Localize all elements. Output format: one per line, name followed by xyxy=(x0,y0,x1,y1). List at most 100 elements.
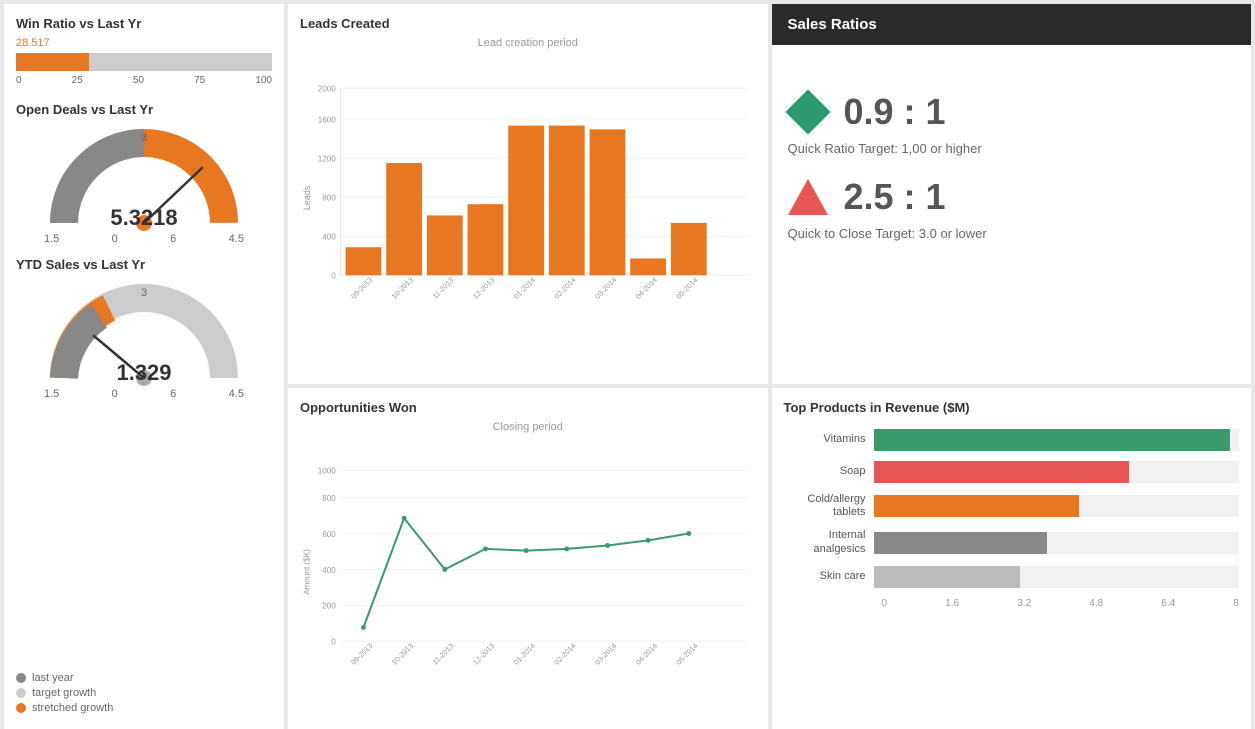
legend-item-target: target growth xyxy=(16,687,272,699)
svg-text:600: 600 xyxy=(322,530,336,539)
product-row-cold: Cold/allergytablets xyxy=(784,493,1240,519)
open-deals-label-left: 1.5 xyxy=(44,233,59,245)
product-track-soap xyxy=(874,461,1240,483)
svg-text:1600: 1600 xyxy=(318,115,337,124)
product-track-cold xyxy=(874,495,1240,517)
win-ratio-ticks: 0 25 50 75 100 xyxy=(16,75,272,86)
leads-created-subtitle: Lead creation period xyxy=(300,37,756,49)
close-ratio-row: 2.5 : 1 Quick to Close Target: 3.0 or lo… xyxy=(788,176,1236,241)
open-deals-gauge: 3 5.3218 xyxy=(44,123,244,233)
ytd-sales-label-right: 4.5 xyxy=(229,388,244,400)
quick-ratio-row: 0.9 : 1 Quick Ratio Target: 1,00 or high… xyxy=(788,91,1236,156)
legend-dot-last-year xyxy=(16,673,26,683)
product-fill-internal xyxy=(874,532,1048,554)
opp-won-title: Opportunities Won xyxy=(300,400,756,415)
svg-text:2000: 2000 xyxy=(318,84,337,93)
win-ratio-title: Win Ratio vs Last Yr xyxy=(16,16,272,31)
sales-ratios-body: 0.9 : 1 Quick Ratio Target: 1,00 or high… xyxy=(772,45,1252,277)
left-column: Win Ratio vs Last Yr 28.517 0 25 50 75 1… xyxy=(4,4,284,729)
leads-created-title: Leads Created xyxy=(300,16,756,31)
svg-text:0: 0 xyxy=(331,272,336,281)
svg-text:400: 400 xyxy=(322,232,336,241)
product-fill-cold xyxy=(874,495,1080,517)
svg-text:01-2014: 01-2014 xyxy=(512,275,537,300)
sales-ratios-panel: Sales Ratios 0.9 : 1 Quick Ratio Target:… xyxy=(772,4,1252,384)
svg-text:03-2014: 03-2014 xyxy=(593,275,618,300)
diamond-icon xyxy=(785,89,830,134)
product-label-skincare: Skin care xyxy=(784,570,874,583)
svg-text:05-2014: 05-2014 xyxy=(674,275,699,300)
ytd-sales-title: YTD Sales vs Last Yr xyxy=(16,257,272,272)
close-ratio-value: 2.5 : 1 xyxy=(844,176,946,218)
svg-text:10-2013: 10-2013 xyxy=(390,275,415,300)
dashboard: Win Ratio vs Last Yr 28.517 0 25 50 75 1… xyxy=(0,0,1255,721)
open-deals-section: Open Deals vs Last Yr 3 xyxy=(16,102,272,245)
win-ratio-value: 28.517 xyxy=(16,37,272,49)
svg-text:12-2013: 12-2013 xyxy=(471,275,496,300)
svg-text:01-2014: 01-2014 xyxy=(512,641,537,666)
ytd-sales-value: 1.329 xyxy=(116,360,171,386)
svg-text:200: 200 xyxy=(322,602,336,611)
svg-text:800: 800 xyxy=(322,494,336,503)
open-deals-labels: 1.5 0 6 4.5 xyxy=(44,233,244,245)
sales-ratios-title: Sales Ratios xyxy=(788,16,877,33)
sales-ratios-header: Sales Ratios xyxy=(772,4,1252,45)
open-deals-label-min: 0 xyxy=(112,233,118,245)
win-ratio-section: Win Ratio vs Last Yr 28.517 0 25 50 75 1… xyxy=(16,16,272,86)
svg-text:400: 400 xyxy=(322,566,336,575)
open-deals-label-max: 6 xyxy=(170,233,176,245)
svg-text:03-2014: 03-2014 xyxy=(593,641,618,666)
legend-dot-target xyxy=(16,688,26,698)
open-deals-value: 5.3218 xyxy=(110,205,177,231)
product-row-vitamins: Vitamins xyxy=(784,429,1240,451)
top-products-chart: Vitamins Soap Cold/allergytablets xyxy=(784,421,1240,609)
product-row-internal: Internalanalgesics xyxy=(784,529,1240,555)
product-fill-vitamins xyxy=(874,429,1230,451)
product-label-cold: Cold/allergytablets xyxy=(784,493,874,519)
close-ratio-desc: Quick to Close Target: 3.0 or lower xyxy=(788,226,1236,241)
svg-text:Amount ($K): Amount ($K) xyxy=(303,549,312,595)
opp-won-subtitle: Closing period xyxy=(300,421,756,433)
svg-text:02-2014: 02-2014 xyxy=(552,641,577,666)
win-ratio-bar-fill xyxy=(16,53,89,71)
product-label-soap: Soap xyxy=(784,465,874,478)
ytd-sales-label-left: 1.5 xyxy=(44,388,59,400)
ytd-sales-label-min: 0 xyxy=(112,388,118,400)
svg-text:02-2014: 02-2014 xyxy=(552,275,577,300)
ytd-sales-gauge: 3 1.329 xyxy=(44,278,244,388)
close-ratio-icon xyxy=(788,177,828,217)
quick-ratio-icon xyxy=(788,92,828,132)
open-deals-label-right: 4.5 xyxy=(229,233,244,245)
quick-ratio-value: 0.9 : 1 xyxy=(844,91,946,133)
product-row-skincare: Skin care xyxy=(784,566,1240,588)
ytd-sales-label-max: 6 xyxy=(170,388,176,400)
product-track-skincare xyxy=(874,566,1240,588)
svg-text:3: 3 xyxy=(141,132,147,144)
legend-item-last-year: last year xyxy=(16,672,272,684)
leads-created-panel: Leads Created Lead creation period Leads… xyxy=(288,4,768,384)
legend-label-last-year: last year xyxy=(32,672,74,684)
win-ratio-bar xyxy=(16,53,272,71)
legend-label-target: target growth xyxy=(32,687,96,699)
product-track-internal xyxy=(874,532,1240,554)
open-deals-title: Open Deals vs Last Yr xyxy=(16,102,272,117)
svg-text:1200: 1200 xyxy=(318,154,337,163)
legend: last year target growth stretched growth xyxy=(16,664,272,717)
quick-ratio-desc: Quick Ratio Target: 1,00 or higher xyxy=(788,141,1236,156)
svg-text:0: 0 xyxy=(331,637,336,646)
ytd-sales-labels: 1.5 0 6 4.5 xyxy=(44,388,244,400)
svg-text:09-2013: 09-2013 xyxy=(349,275,374,300)
triangle-icon xyxy=(788,179,828,215)
svg-text:05-2014: 05-2014 xyxy=(674,641,699,666)
svg-text:800: 800 xyxy=(322,193,336,202)
product-fill-skincare xyxy=(874,566,1020,588)
legend-label-stretched: stretched growth xyxy=(32,702,113,714)
opportunities-won-panel: Opportunities Won Closing period Amount … xyxy=(288,388,768,729)
top-products-title: Top Products in Revenue ($M) xyxy=(784,400,1240,415)
top-products-panel: Top Products in Revenue ($M) Vitamins So… xyxy=(772,388,1252,729)
svg-text:09-2013: 09-2013 xyxy=(349,641,374,666)
opp-chart: Amount ($K) 0 200 400 600 800 1000 xyxy=(300,437,756,707)
svg-text:1000: 1000 xyxy=(318,467,337,476)
products-x-axis: 0 1.6 3.2 4.8 6.4 8 xyxy=(882,598,1240,609)
product-label-internal: Internalanalgesics xyxy=(784,529,874,555)
